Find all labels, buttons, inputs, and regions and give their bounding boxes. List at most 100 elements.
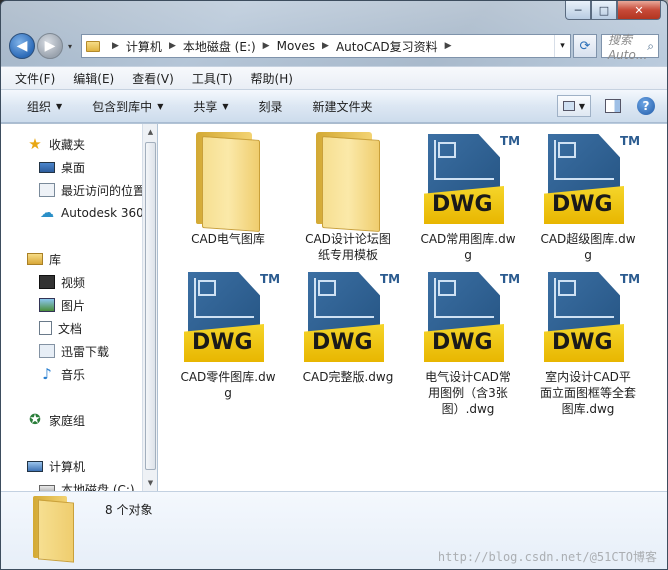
- menu-view[interactable]: 查看(V): [132, 70, 174, 87]
- desktop-icon: [39, 161, 55, 173]
- minimize-button[interactable]: ─: [565, 1, 591, 20]
- file-item[interactable]: CAD设计论坛图纸专用模板: [288, 132, 408, 263]
- organize-button[interactable]: 组织 ▼: [27, 98, 62, 115]
- computer-icon: [27, 460, 43, 472]
- maximize-button[interactable]: □: [591, 1, 617, 20]
- menu-edit[interactable]: 编辑(E): [73, 70, 114, 87]
- pictures-icon: [39, 298, 55, 312]
- folder-icon: [188, 132, 268, 233]
- nav-computer[interactable]: 计算机: [27, 456, 85, 476]
- recent-pages-dropdown[interactable]: ▾: [63, 42, 77, 51]
- file-name: 室内设计CAD平面立面图框等全套图库.dwg: [540, 370, 637, 416]
- file-name: CAD常用图库.dwg: [420, 232, 516, 262]
- documents-icon: [39, 321, 52, 335]
- file-item[interactable]: DWG TM 电气设计CAD常用图例（含3张图）.dwg: [408, 270, 528, 417]
- new-folder-button[interactable]: 新建文件夹: [313, 98, 373, 115]
- scroll-down-icon[interactable]: ▼: [143, 475, 158, 491]
- refresh-button[interactable]: ⟳: [572, 34, 597, 58]
- nav-homegroup[interactable]: ✪ 家庭组: [27, 410, 85, 430]
- share-button[interactable]: 共享 ▼: [193, 98, 228, 115]
- chevron-down-icon: ▼: [56, 101, 63, 111]
- address-bar[interactable]: ▶ 计算机 ▶ 本地磁盘 (E:) ▶ Moves ▶ AutoCAD复习资料 ▶ ▾: [81, 34, 571, 58]
- folder-icon: [29, 496, 77, 563]
- chevron-right-icon[interactable]: ▶: [112, 41, 119, 51]
- nav-music[interactable]: ♪ 音乐: [39, 364, 85, 384]
- nav-scrollbar[interactable]: ▲ ▼: [142, 124, 157, 491]
- homegroup-icon: ✪: [29, 412, 41, 428]
- help-button[interactable]: ?: [637, 97, 655, 115]
- watermark: http://blog.csdn.net/@51CTO博客: [437, 550, 657, 564]
- chevron-right-icon[interactable]: ▶: [445, 41, 452, 51]
- nav-videos[interactable]: 视频: [39, 272, 85, 292]
- search-icon[interactable]: ⌕: [647, 39, 654, 54]
- nav-libraries[interactable]: 库: [27, 249, 61, 269]
- chevron-right-icon[interactable]: ▶: [263, 41, 270, 51]
- nav-favorites[interactable]: ★ 收藏夹: [27, 134, 85, 154]
- menu-bar: 文件(F) 编辑(E) 查看(V) 工具(T) 帮助(H): [1, 66, 667, 90]
- nav-desktop[interactable]: 桌面: [39, 157, 85, 177]
- scrollbar-thumb[interactable]: [145, 142, 156, 470]
- nav-documents[interactable]: 文档: [39, 318, 82, 338]
- nav-autodesk-360[interactable]: ☁ Autodesk 360: [39, 203, 144, 223]
- menu-help[interactable]: 帮助(H): [251, 70, 293, 87]
- breadcrumb-moves[interactable]: Moves: [277, 39, 315, 53]
- forward-button[interactable]: ▶: [37, 33, 63, 59]
- chevron-down-icon: ▼: [222, 101, 229, 111]
- autodesk-360-icon: ☁: [40, 205, 54, 221]
- star-icon: ★: [28, 135, 42, 153]
- dwg-file-icon: DWG TM: [540, 270, 640, 366]
- burn-button[interactable]: 刻录: [259, 98, 283, 115]
- chevron-right-icon[interactable]: ▶: [169, 41, 176, 51]
- file-name: 电气设计CAD常用图例（含3张图）.dwg: [425, 370, 511, 416]
- file-item[interactable]: DWG TM CAD完整版.dwg: [288, 270, 408, 385]
- navigation-pane: ★ 收藏夹 桌面 最近访问的位置 ☁ Autodesk 360 库 视频 图片 文档…: [1, 124, 157, 497]
- folder-icon: [308, 132, 388, 233]
- command-bar: 组织 ▼ 包含到库中 ▼ 共享 ▼ 刻录 新建文件夹 ▼ ?: [1, 90, 667, 123]
- menu-file[interactable]: 文件(F): [15, 70, 55, 87]
- chevron-right-icon[interactable]: ▶: [322, 41, 329, 51]
- dwg-file-icon: DWG TM: [540, 132, 640, 228]
- chevron-down-icon: ▼: [157, 101, 164, 111]
- scroll-up-icon[interactable]: ▲: [143, 124, 158, 140]
- file-item[interactable]: DWG TM CAD常用图库.dwg: [408, 132, 528, 263]
- file-name: CAD超级图库.dwg: [540, 232, 636, 262]
- video-icon: [39, 275, 55, 289]
- close-button[interactable]: ✕: [617, 1, 661, 20]
- file-item[interactable]: DWG TM CAD零件图库.dwg: [168, 270, 288, 401]
- nav-recent-places[interactable]: 最近访问的位置: [39, 180, 145, 200]
- breadcrumb-computer[interactable]: 计算机: [126, 38, 162, 55]
- file-name: CAD完整版.dwg: [302, 370, 394, 384]
- file-item[interactable]: CAD电气图库: [168, 132, 288, 247]
- library-icon: [27, 253, 43, 265]
- file-name: CAD零件图库.dwg: [180, 370, 276, 400]
- file-name: CAD电气图库: [191, 232, 265, 246]
- caption-buttons: ─ □ ✕: [565, 1, 661, 20]
- include-in-library-button[interactable]: 包含到库中 ▼: [92, 98, 163, 115]
- dwg-file-icon: DWG TM: [300, 270, 400, 366]
- search-placeholder: 搜索 Auto...: [607, 32, 648, 62]
- file-item[interactable]: DWG TM CAD超级图库.dwg: [528, 132, 648, 263]
- file-item[interactable]: DWG TM 室内设计CAD平面立面图框等全套图库.dwg: [528, 270, 648, 417]
- item-count: 8 个对象: [105, 503, 153, 517]
- breadcrumb-drive-e[interactable]: 本地磁盘 (E:): [183, 38, 256, 55]
- dwg-file-icon: DWG TM: [420, 132, 520, 228]
- breadcrumb-autocad-review[interactable]: AutoCAD复习资料: [336, 38, 438, 55]
- download-icon: [39, 344, 55, 358]
- change-view-button[interactable]: ▼: [557, 95, 591, 117]
- search-input[interactable]: 搜索 Auto... ⌕: [600, 33, 659, 62]
- nav-xunlei-downloads[interactable]: 迅雷下载: [39, 341, 109, 361]
- address-dropdown-icon[interactable]: ▾: [553, 35, 570, 57]
- view-icon: [562, 101, 575, 111]
- dwg-file-icon: DWG TM: [180, 270, 280, 366]
- music-icon: ♪: [42, 365, 52, 383]
- nav-pictures[interactable]: 图片: [39, 295, 85, 315]
- back-button[interactable]: ◀: [9, 33, 35, 59]
- details-pane: 8 个对象 http://blog.csdn.net/@51CTO博客: [1, 491, 667, 569]
- menu-tools[interactable]: 工具(T): [192, 70, 233, 87]
- preview-pane-button[interactable]: [605, 99, 621, 113]
- folder-icon: [86, 40, 100, 52]
- navigation-row: ◀ ▶ ▾ ▶ 计算机 ▶ 本地磁盘 (E:) ▶ Moves ▶ AutoCAD复习…: [9, 31, 659, 62]
- file-list: CAD电气图库 CAD设计论坛图纸专用模板 DWG TM CAD常用图库.dwg …: [158, 124, 667, 491]
- dwg-file-icon: DWG TM: [420, 270, 520, 366]
- chevron-down-icon[interactable]: ▼: [579, 102, 585, 111]
